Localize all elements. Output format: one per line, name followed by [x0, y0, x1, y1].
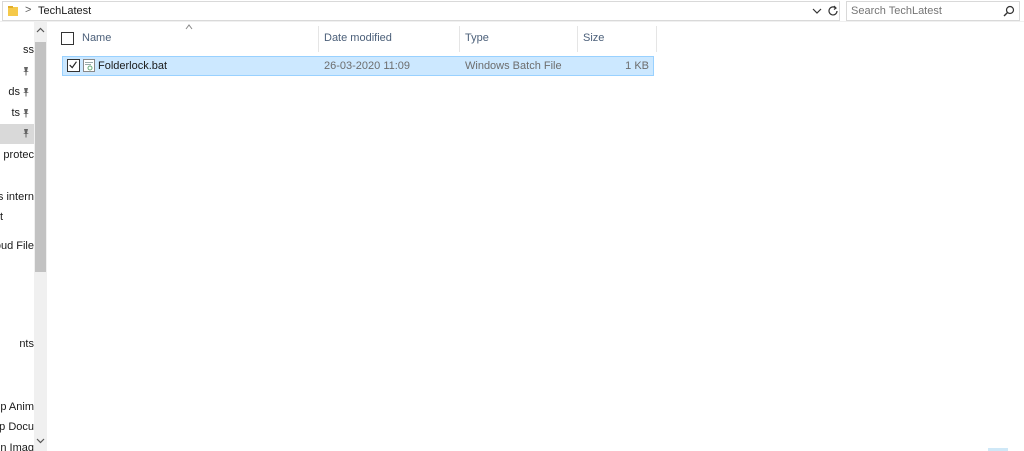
nav-item[interactable]: t	[0, 208, 34, 228]
nav-item-label: t	[0, 211, 4, 223]
column-divider[interactable]	[656, 26, 657, 52]
file-name[interactable]: Folderlock.bat	[98, 60, 167, 72]
address-bar[interactable]: > TechLatest	[2, 1, 840, 21]
pin-icon	[23, 67, 29, 76]
search-icon[interactable]	[1003, 5, 1015, 17]
refresh-icon[interactable]	[826, 4, 840, 18]
nav-item[interactable]: p Docu	[0, 418, 34, 438]
batch-file-icon	[83, 59, 95, 72]
column-header-name[interactable]: Name	[76, 26, 318, 52]
nav-item-label: p Anim	[0, 401, 34, 413]
nav-item-label: ts	[11, 107, 20, 119]
nav-item-label: nts	[19, 338, 34, 350]
chevron-down-icon[interactable]	[36, 436, 45, 445]
nav-item-label: ss	[23, 44, 34, 56]
checkmark-icon	[69, 61, 77, 69]
file-date-modified: 26-03-2020 11:09	[324, 60, 411, 72]
column-header-size[interactable]: Size	[577, 26, 656, 52]
nav-scrollbar[interactable]	[34, 22, 47, 451]
nav-item[interactable]: p Anim	[0, 398, 34, 418]
nav-item[interactable]: ss	[0, 41, 34, 61]
file-row[interactable]: Folderlock.bat 26-03-2020 11:09 Windows …	[62, 56, 654, 76]
column-header-label: Date modified	[324, 32, 392, 44]
scrollbar-thumb[interactable]	[35, 42, 46, 272]
nav-item[interactable]: ts	[0, 104, 34, 124]
search-box[interactable]	[846, 1, 1020, 21]
column-header-label: Type	[465, 32, 489, 44]
column-header-label: Size	[583, 32, 605, 44]
row-checkbox[interactable]	[67, 59, 80, 72]
chevron-up-icon[interactable]	[36, 26, 45, 35]
column-header-date-modified[interactable]: Date modified	[318, 26, 459, 52]
pin-icon	[23, 109, 29, 118]
nav-item[interactable]: n Imag	[0, 439, 34, 451]
nav-item-label: oud File	[0, 240, 34, 252]
breadcrumb-separator[interactable]: >	[25, 4, 31, 16]
folder-icon	[8, 6, 18, 16]
nav-item-label: l protec	[0, 149, 34, 161]
nav-item[interactable]	[0, 62, 34, 82]
address-row: > TechLatest	[0, 0, 1024, 22]
pin-icon	[23, 129, 29, 138]
nav-item[interactable]: ds	[0, 83, 34, 103]
select-all-checkbox[interactable]	[61, 32, 74, 45]
file-type: Windows Batch File	[465, 60, 562, 72]
search-input[interactable]	[851, 4, 999, 18]
nav-item-selected[interactable]	[0, 124, 34, 144]
nav-item-label: p Docu	[0, 421, 34, 433]
breadcrumb-current-folder[interactable]: TechLatest	[38, 5, 91, 17]
column-header-type[interactable]: Type	[459, 26, 577, 52]
nav-item[interactable]: l protec	[0, 146, 34, 166]
nav-item[interactable]: nts	[0, 335, 34, 355]
chevron-down-icon[interactable]	[811, 5, 823, 17]
nav-item[interactable]: s intern	[0, 188, 34, 208]
navigation-pane: ss ds ts l protec s intern t ud File nts…	[0, 22, 34, 451]
column-header-label: Name	[82, 32, 112, 44]
file-size: 1 KB	[625, 60, 649, 72]
nav-item-label: s intern	[0, 191, 34, 203]
nav-item-label: ds	[8, 86, 20, 98]
nav-item-label: n Imag	[0, 442, 34, 451]
pin-icon	[23, 88, 29, 97]
nav-item[interactable]: oud File	[0, 237, 34, 257]
